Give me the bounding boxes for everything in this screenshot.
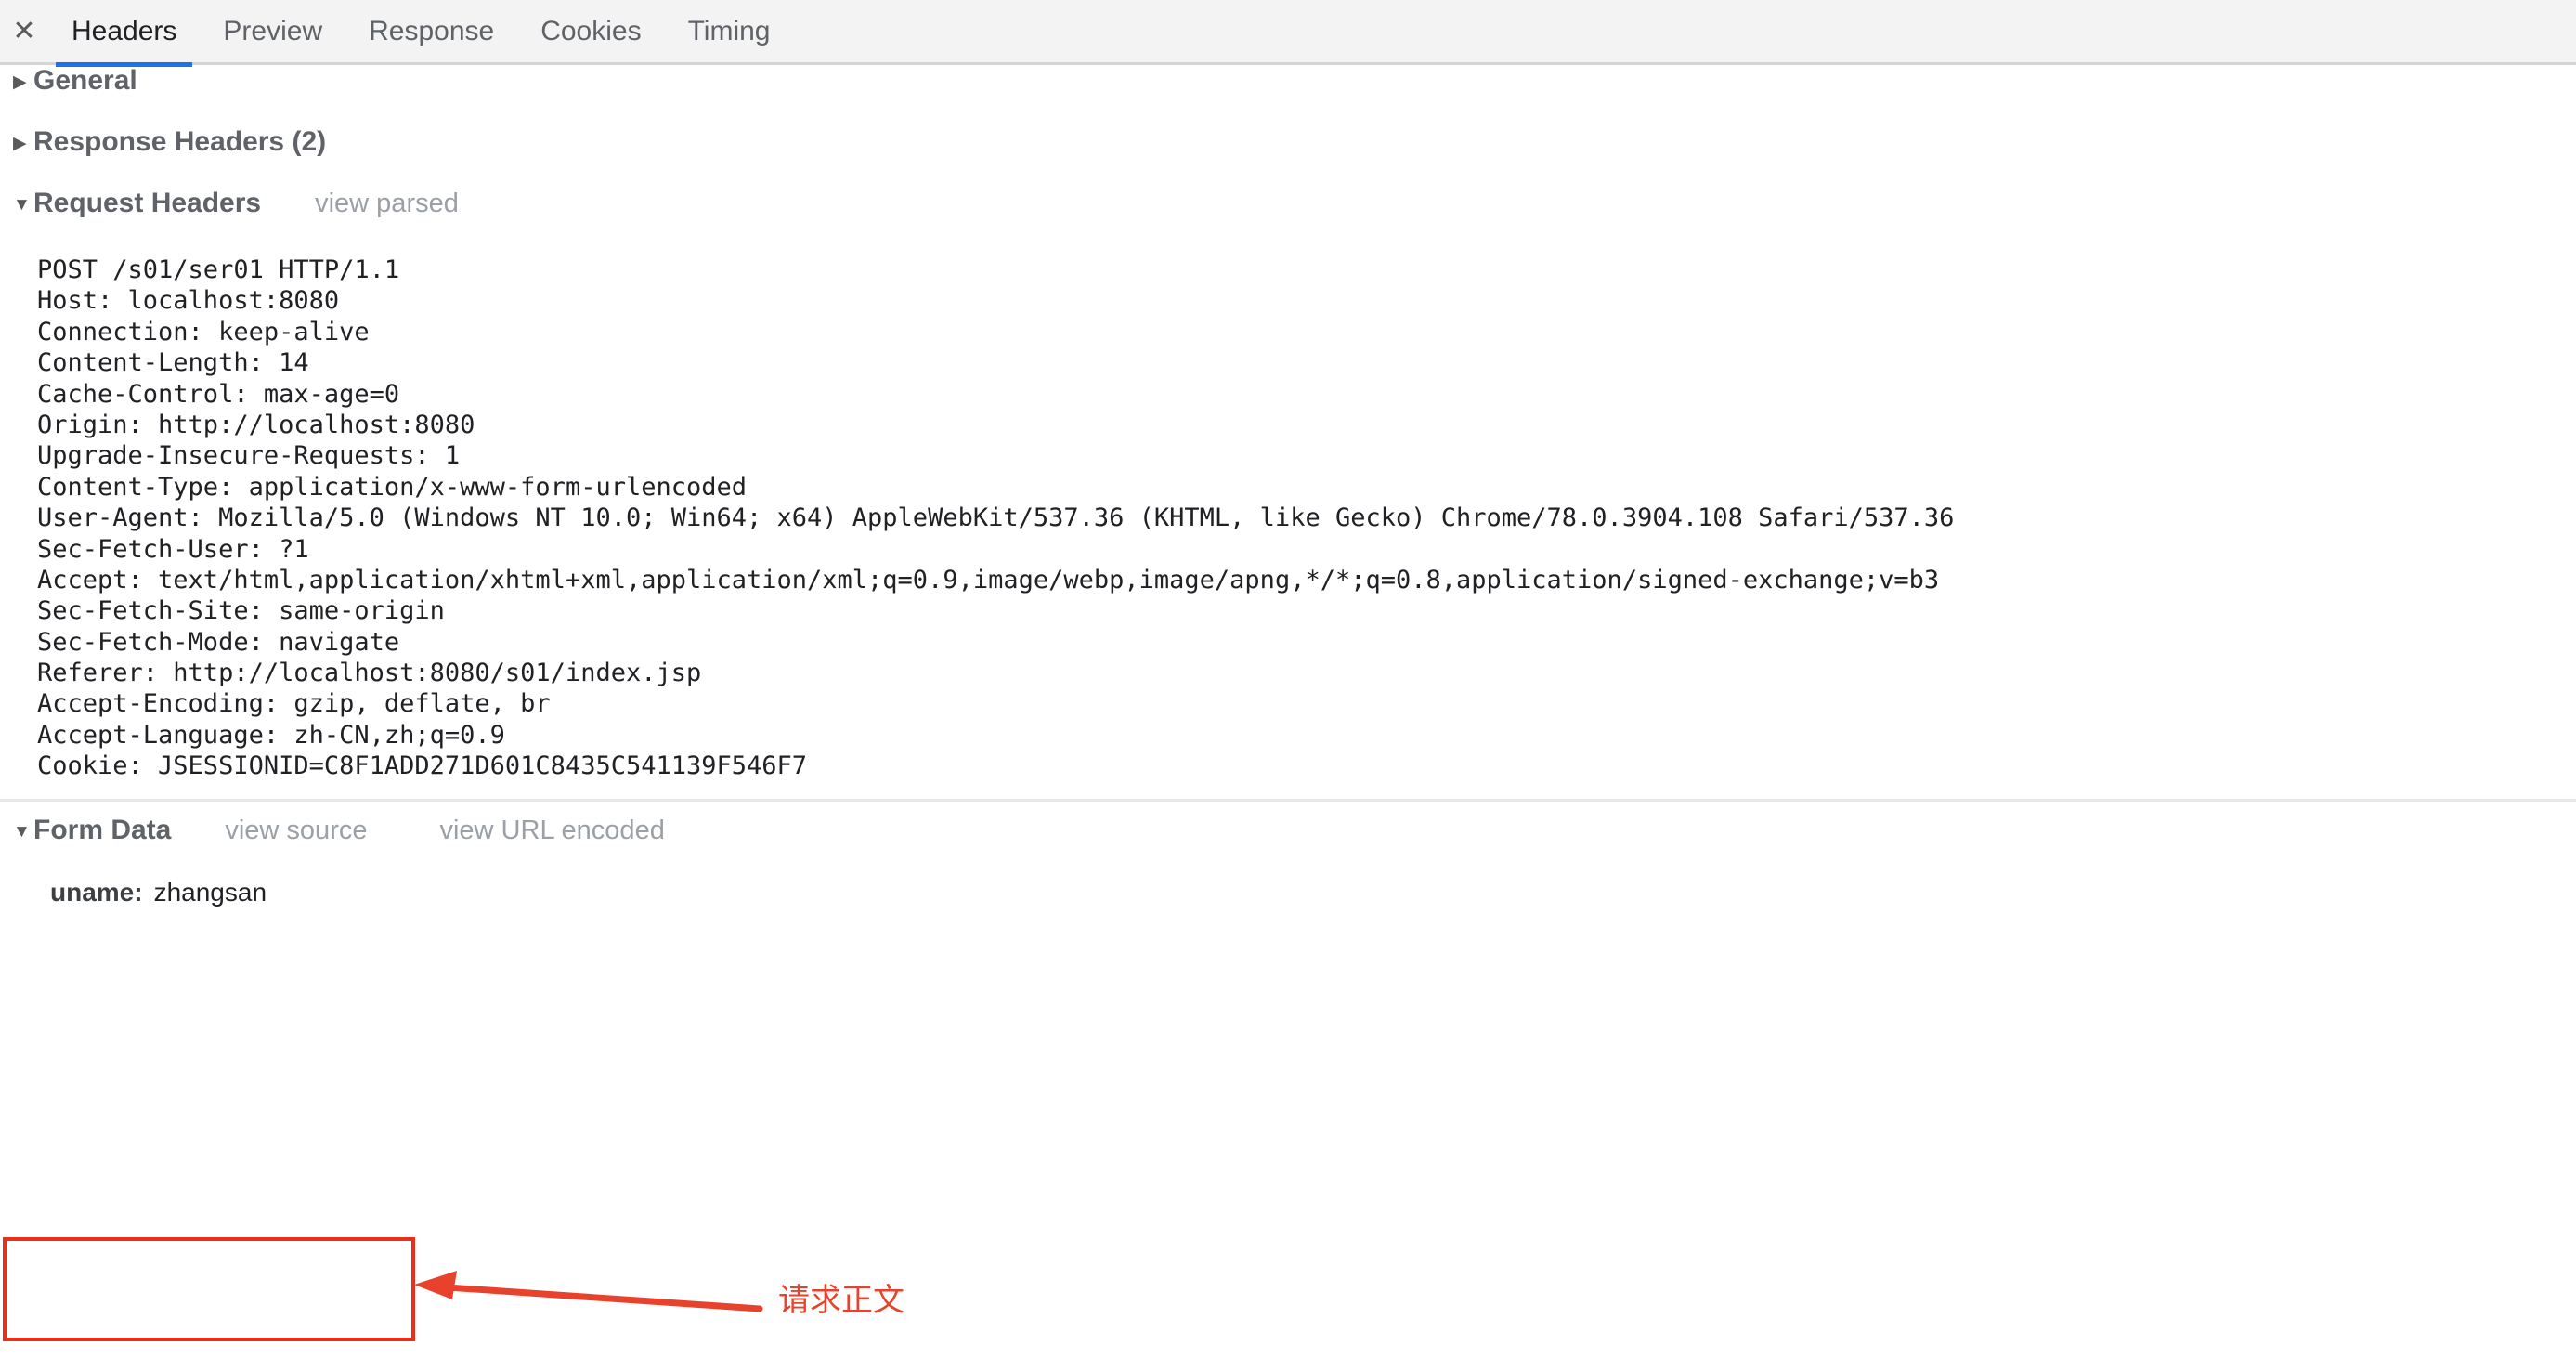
chevron-right-icon[interactable]: ▶: [13, 73, 33, 91]
tab-response[interactable]: Response: [345, 0, 517, 64]
request-header-line: Origin: http://localhost:8080: [37, 410, 475, 439]
form-data-header-row[interactable]: ▼ Form Data view source view URL encoded: [13, 815, 2576, 861]
chevron-down-icon[interactable]: ▼: [13, 196, 33, 214]
section-general[interactable]: ▶ General: [0, 65, 2576, 126]
request-header-line: Sec-Fetch-Site: same-origin: [37, 596, 445, 626]
section-request-headers[interactable]: ▼ Request Headers view parsed: [0, 188, 2576, 249]
annotation-label: 请求正文: [778, 1282, 904, 1319]
tab-timing-label: Timing: [687, 15, 771, 46]
tab-timing[interactable]: Timing: [665, 0, 794, 64]
section-request-headers-title[interactable]: Request Headers: [33, 188, 261, 219]
section-form-data-title[interactable]: Form Data: [33, 815, 171, 846]
request-header-line: Connection: keep-alive: [37, 317, 370, 346]
annotation-highlight-box: [3, 1237, 415, 1341]
request-header-line: Cache-Control: max-age=0: [37, 379, 400, 409]
request-header-line: Referer: http://localhost:8080/s01/index…: [37, 659, 702, 688]
view-url-encoded-link[interactable]: view URL encoded: [439, 816, 664, 846]
section-form-data: ▼ Form Data view source view URL encoded…: [0, 802, 2576, 908]
headers-panel: ▶ General ▶ Response Headers (2) ▼ Reque…: [0, 65, 2576, 908]
section-response-headers[interactable]: ▶ Response Headers (2): [0, 126, 2576, 188]
tab-headers[interactable]: Headers: [48, 0, 200, 67]
form-data-entry: uname: zhangsan: [13, 861, 2576, 908]
tab-preview-label: Preview: [223, 15, 323, 46]
chevron-right-icon[interactable]: ▶: [13, 135, 33, 152]
request-header-line: User-Agent: Mozilla/5.0 (Windows NT 10.0…: [37, 503, 1955, 533]
request-header-line: Sec-Fetch-Mode: navigate: [37, 627, 400, 657]
request-header-line: Cookie: JSESSIONID=C8F1ADD271D601C8435C5…: [37, 751, 808, 781]
request-header-line: Accept-Encoding: gzip, deflate, br: [37, 689, 551, 719]
chevron-down-icon[interactable]: ▼: [13, 823, 33, 841]
tab-response-label: Response: [369, 15, 495, 46]
request-header-line: POST /s01/ser01 HTTP/1.1: [37, 255, 400, 284]
request-header-line: Content-Length: 14: [37, 348, 309, 378]
section-general-title[interactable]: General: [33, 65, 137, 97]
close-icon[interactable]: ✕: [0, 0, 48, 64]
request-header-line: Accept-Language: zh-CN,zh;q=0.9: [37, 720, 505, 750]
view-parsed-link[interactable]: view parsed: [315, 189, 459, 219]
tab-cookies-label: Cookies: [540, 15, 642, 46]
request-headers-list: POST /s01/ser01 HTTP/1.1 Host: localhost…: [0, 249, 2576, 782]
tab-preview[interactable]: Preview: [200, 0, 345, 64]
request-header-line: Content-Type: application/x-www-form-url…: [37, 472, 748, 502]
form-data-value: zhangsan: [153, 877, 267, 907]
view-source-link[interactable]: view source: [225, 816, 367, 846]
form-data-key: uname:: [50, 877, 143, 907]
request-header-line: Upgrade-Insecure-Requests: 1: [37, 441, 461, 471]
request-header-line: Host: localhost:8080: [37, 286, 340, 316]
devtools-tab-bar: ✕ Headers Preview Response Cookies Timin…: [0, 0, 2576, 67]
tab-headers-label: Headers: [72, 15, 177, 46]
request-header-line: Sec-Fetch-User: ?1: [37, 534, 309, 564]
section-response-headers-title[interactable]: Response Headers (2): [33, 126, 326, 158]
request-header-line: Accept: text/html,application/xhtml+xml,…: [37, 565, 1940, 594]
tab-cookies[interactable]: Cookies: [517, 0, 664, 64]
